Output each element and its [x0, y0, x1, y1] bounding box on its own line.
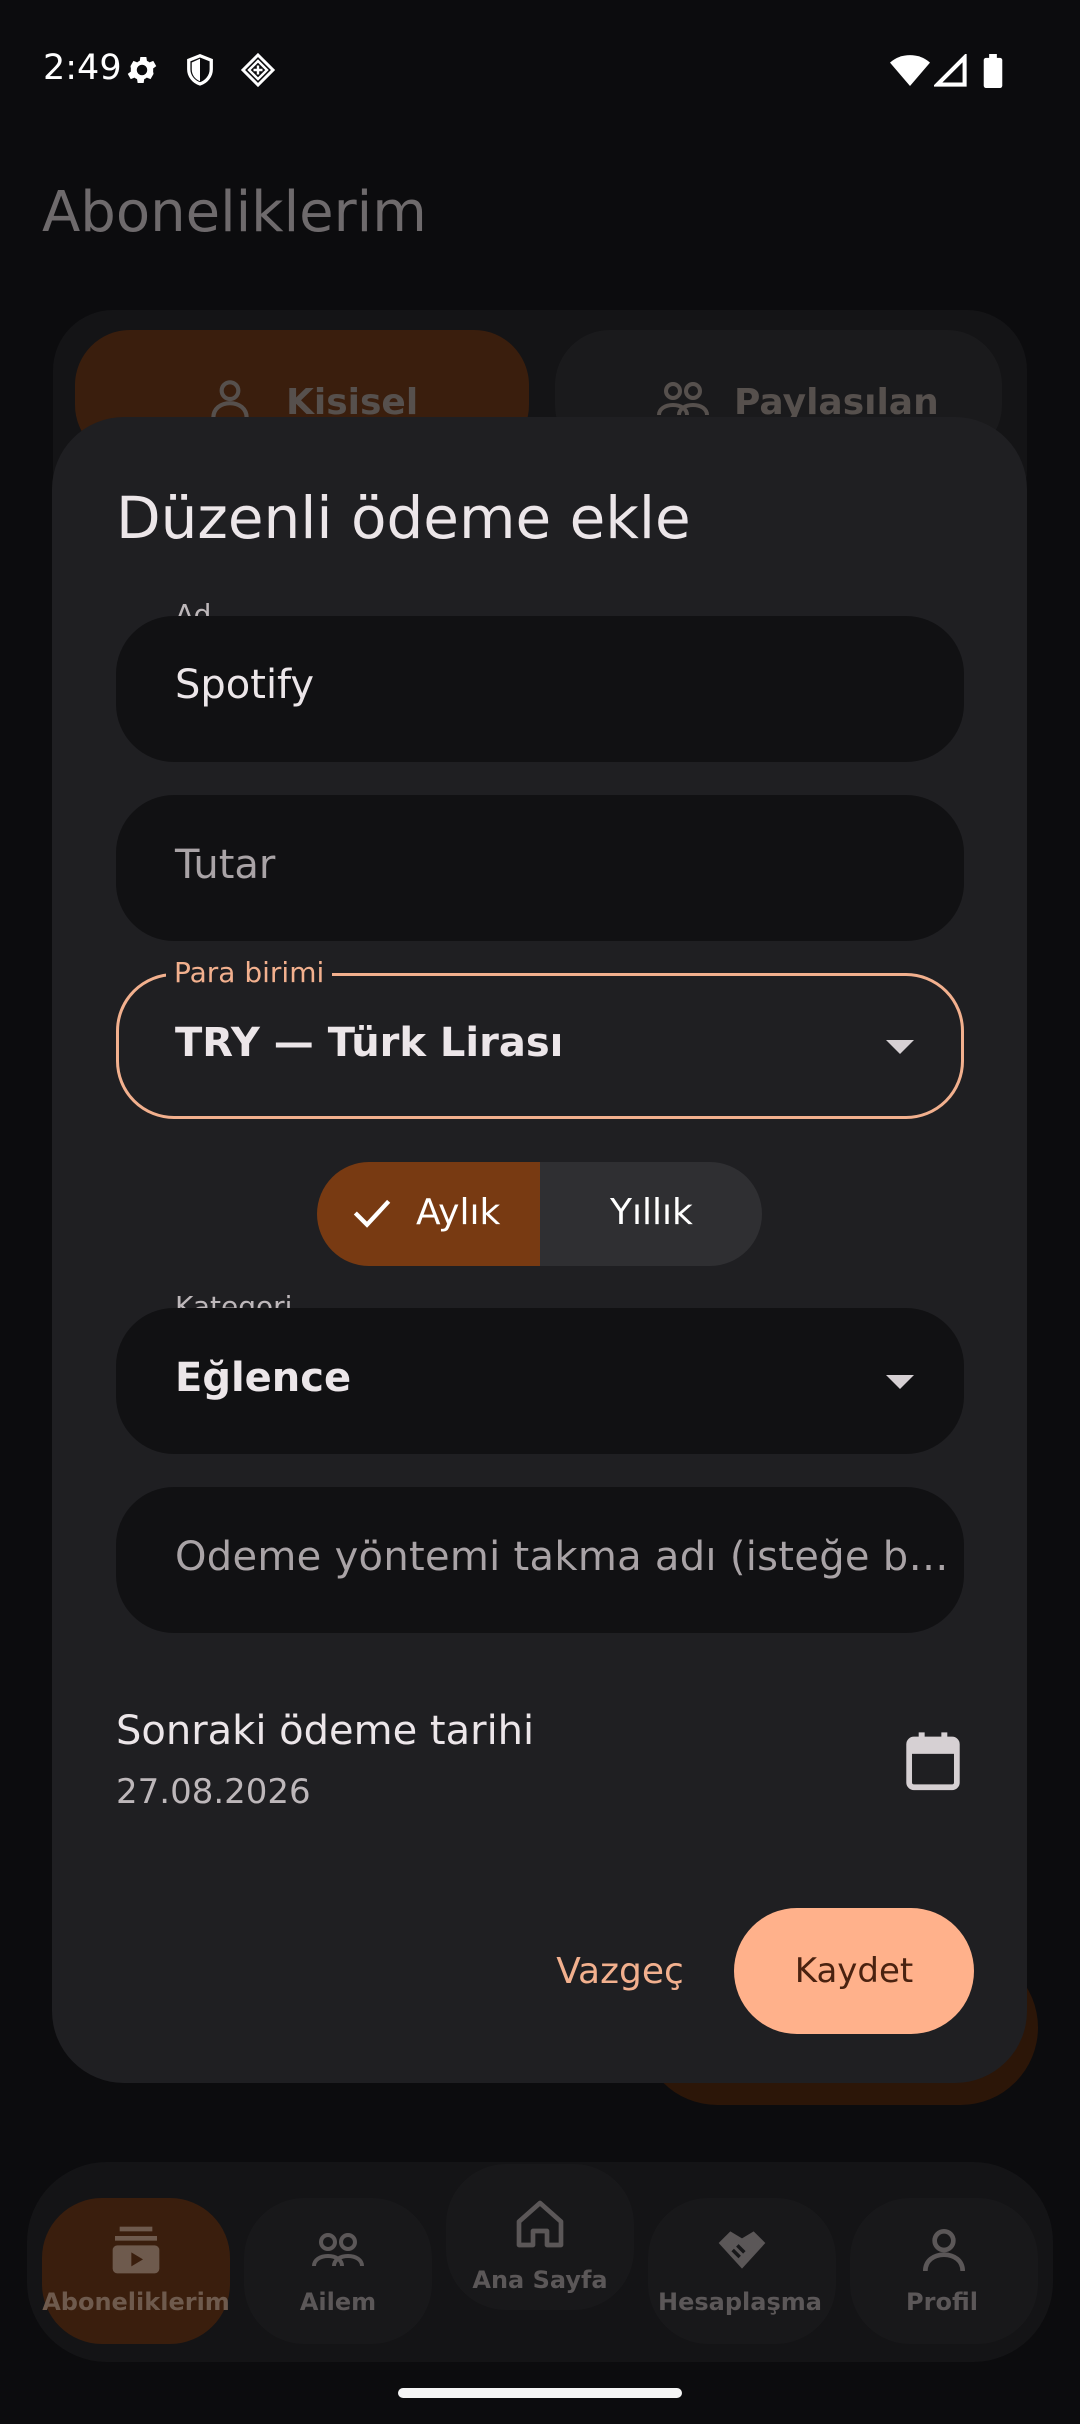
category-field-value: Eğlence — [175, 1355, 352, 1401]
next-payment-value: 27.08.2026 — [116, 1772, 311, 1812]
toggle-monthly-label: Aylık — [416, 1192, 501, 1233]
settings-icon — [127, 56, 157, 84]
next-payment-label: Sonraki ödeme tarihi — [116, 1708, 535, 1754]
name-field-value: Spotify — [175, 662, 315, 708]
currency-field-label: Para birimi — [166, 956, 333, 989]
toggle-yearly-label: Yıllık — [610, 1192, 693, 1233]
battery-icon — [983, 54, 1003, 88]
dialog-title: Düzenli ödeme ekle — [116, 484, 691, 552]
nav-label-profile: Profil — [906, 2288, 978, 2316]
handshake-icon — [718, 2231, 766, 2269]
shield-icon — [187, 53, 213, 86]
nav-label-family: Ailem — [299, 2288, 377, 2316]
home-icon — [516, 2200, 564, 2248]
status-bar: 2:49 — [0, 0, 1080, 140]
nav-label-settlement: Hesaplaşma — [658, 2288, 822, 2316]
check-icon — [353, 1199, 391, 1228]
currency-field-value: TRY — Türk Lirası — [175, 1020, 564, 1066]
home-indicator[interactable] — [398, 2388, 682, 2398]
save-button[interactable]: Kaydet — [734, 1908, 974, 2034]
amount-field-placeholder: Tutar — [175, 842, 276, 888]
nfc-diamond-icon — [240, 52, 276, 88]
nav-label-home: Ana Sayfa — [472, 2266, 608, 2294]
subscriptions-icon — [112, 2226, 160, 2274]
group-icon — [312, 2233, 364, 2267]
person-icon — [923, 2229, 965, 2272]
wifi-icon — [890, 55, 930, 86]
nav-label-subscriptions: Aboneliklerim — [42, 2288, 230, 2316]
signal-icon — [934, 54, 967, 87]
page-title: Aboneliklerim — [42, 180, 427, 245]
chevron-down-icon — [886, 1040, 914, 1054]
calendar-icon[interactable] — [904, 1730, 962, 1792]
cancel-button[interactable]: Vazgeç — [540, 1916, 700, 2026]
payment-method-placeholder: Odeme yöntemi takma adı (isteğe b… — [175, 1534, 949, 1580]
status-time: 2:49 — [43, 48, 122, 88]
chevron-down-icon — [886, 1375, 914, 1389]
